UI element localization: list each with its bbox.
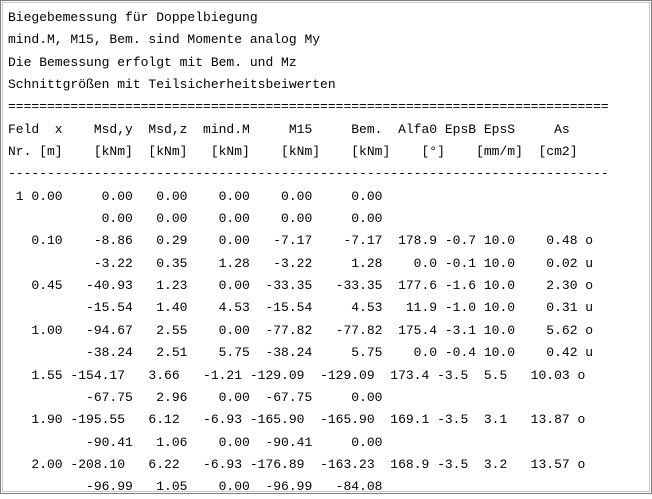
- table-row: -67.75 2.96 0.00 -67.75 0.00: [8, 389, 383, 405]
- table-row: -3.22 0.35 1.28 -3.22 1.28 0.0 -0.1 10.0…: [8, 255, 594, 271]
- column-header-row-2: Nr. [m] [kNm] [kNm] [kNm] [kNm] [kNm] [°…: [8, 144, 578, 160]
- table-row: -15.54 1.40 4.53 -15.54 4.53 11.9 -1.0 1…: [8, 300, 594, 316]
- table-row: 1.55 -154.17 3.66 -1.21 -129.09 -129.09 …: [8, 367, 586, 383]
- table-row: 2.00 -208.10 6.22 -6.93 -176.89 -163.23 …: [8, 456, 586, 472]
- calculation-output: Biegebemessung für Doppelbiegung mind.M, …: [8, 7, 609, 499]
- table-row: 1 0.00 0.00 0.00 0.00 0.00 0.00: [8, 188, 383, 204]
- table-row: -90.41 1.06 0.00 -90.41 0.00: [8, 434, 383, 450]
- header-note-forces: Schnittgrößen mit Teilsicherheitsbeiwert…: [8, 77, 336, 93]
- double-rule: ========================================…: [8, 99, 609, 115]
- table-row: 0.45 -40.93 1.23 0.00 -33.35 -33.35 177.…: [8, 278, 594, 294]
- table-row: 1.90 -195.55 6.12 -6.93 -165.90 -165.90 …: [8, 412, 586, 428]
- table-row: 1.00 -94.67 2.55 0.00 -77.82 -77.82 175.…: [8, 322, 594, 338]
- output-window: Biegebemessung für Doppelbiegung mind.M, …: [0, 0, 652, 494]
- column-header-row-1: Feld x Msd,y Msd,z mind.M M15 Bem. Alfa0…: [8, 121, 570, 137]
- table-row: -96.99 1.05 0.00 -96.99 -84.08: [8, 479, 383, 495]
- output-panel: Biegebemessung für Doppelbiegung mind.M, …: [2, 2, 650, 494]
- header-note-design: Die Bemessung erfolgt mit Bem. und Mz: [8, 54, 297, 70]
- table-row: 0.10 -8.86 0.29 0.00 -7.17 -7.17 178.9 -…: [8, 233, 594, 249]
- table-row: -38.24 2.51 5.75 -38.24 5.75 0.0 -0.4 10…: [8, 345, 594, 361]
- header-note-moments: mind.M, M15, Bem. sind Momente analog My: [8, 32, 321, 48]
- table-row: 0.00 0.00 0.00 0.00 0.00: [8, 211, 383, 227]
- header-title: Biegebemessung für Doppelbiegung: [8, 10, 258, 25]
- single-rule: ----------------------------------------…: [8, 166, 609, 182]
